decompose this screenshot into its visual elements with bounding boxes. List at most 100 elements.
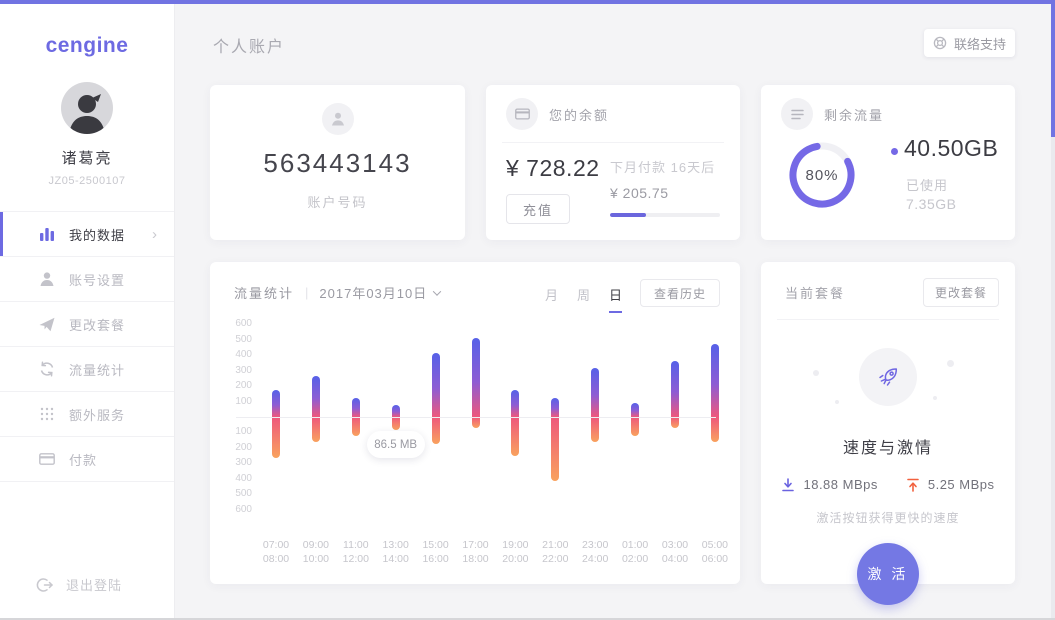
y-axis-tick-upper: 500 (218, 335, 252, 345)
scrollbar-thumb[interactable] (1051, 4, 1055, 137)
chart-bar-up[interactable] (551, 398, 559, 417)
chart-bar-down[interactable] (591, 417, 599, 442)
chart-bar-up[interactable] (312, 376, 320, 417)
purple-dot-icon (891, 148, 898, 155)
y-axis-tick-upper: 400 (218, 350, 252, 360)
chart-bar-down[interactable] (472, 417, 480, 428)
support-label: 联络支持 (954, 34, 1006, 53)
plan-title: 当前套餐 (785, 283, 845, 302)
chart-bar-down[interactable] (432, 417, 440, 444)
app-logo: cengine (0, 34, 174, 58)
logout-label: 退出登陆 (66, 575, 122, 594)
x-axis-label: 17:0018:00 (454, 538, 498, 566)
bar-chart-icon (38, 225, 56, 243)
chart-bar-down[interactable] (671, 417, 679, 428)
x-axis-label: 13:0014:00 (374, 538, 418, 566)
chart-bar-up[interactable] (472, 338, 480, 417)
chart-bar-up[interactable] (671, 361, 679, 417)
account-person-icon (322, 103, 354, 135)
balance-amount: ¥ 728.22 (506, 155, 610, 182)
sidebar-item-account-settings[interactable]: 账号设置 (0, 257, 174, 302)
chart-tooltip: 86.5 MB (367, 431, 425, 458)
sidebar-item-traffic-stats[interactable]: 流量统计 (0, 347, 174, 392)
upload-speed: 5.25 MBps (906, 477, 995, 492)
top-accent-bar (0, 0, 1055, 4)
download-icon (781, 478, 795, 492)
chart-bar-up[interactable] (711, 344, 719, 417)
activate-button[interactable]: 激 活 (857, 543, 919, 605)
next-payment-line: 下月付款 16天后 (610, 157, 720, 176)
next-payment-amount: ¥ 205.75 (610, 185, 720, 201)
sidebar: cengine 诸葛亮 JZ05-2500107 我的数据 › (0, 4, 175, 618)
remaining-data-card: 剩余流量 80% 40.50GB 已使用 7.35GB (761, 85, 1015, 240)
chart-bar-down[interactable] (511, 417, 519, 456)
plan-hint: 激活按钮获得更快的速度 (761, 509, 1015, 526)
chart-bar-down[interactable] (711, 417, 719, 442)
x-axis-label: 21:0022:00 (533, 538, 577, 566)
change-plan-button[interactable]: 更改套餐 (923, 278, 999, 307)
lifebuoy-icon (933, 36, 947, 50)
refresh-icon (38, 360, 56, 378)
grid-dots-icon (38, 405, 56, 423)
plan-name: 速度与激情 (761, 434, 1015, 458)
user-id: JZ05-2500107 (0, 175, 174, 187)
data-remaining-value: 40.50GB (904, 135, 998, 162)
list-lines-icon (781, 98, 813, 130)
payment-progress-fill (610, 213, 646, 217)
download-speed-value: 18.88 MBps (803, 477, 877, 492)
sidebar-item-extra-services[interactable]: 额外服务 (0, 392, 174, 437)
chart-bar-up[interactable] (511, 390, 519, 417)
decor-dot (813, 370, 819, 376)
logout-button[interactable]: 退出登陆 (36, 575, 122, 594)
chart-plot: 86.5 MB 60060050050040040030030020020010… (210, 262, 740, 584)
person-photo-silhouette (67, 90, 107, 134)
sidebar-item-payment[interactable]: 付款 (0, 437, 174, 482)
x-axis-label: 09:0010:00 (294, 538, 338, 566)
next-payment-due: 16天后 (671, 160, 715, 175)
y-axis-tick-upper: 200 (218, 381, 252, 391)
account-number-card: 563443143 账户号码 (210, 85, 465, 240)
chart-bar-down[interactable] (631, 417, 639, 436)
current-plan-card: 当前套餐 更改套餐 速度与激情 18.88 MBps (761, 262, 1015, 584)
chart-bar-down[interactable] (551, 417, 559, 481)
y-axis-tick-lower: 500 (218, 489, 252, 499)
y-axis-tick-lower: 600 (218, 505, 252, 515)
balance-card: 您的余额 ¥ 728.22 充值 下月付款 16天后 ¥ 205.75 (486, 85, 740, 240)
decor-dot (947, 360, 954, 367)
decor-dot (933, 396, 937, 400)
y-axis-tick-lower: 200 (218, 443, 252, 453)
data-percent: 80% (786, 139, 858, 211)
y-axis-tick-upper: 300 (218, 366, 252, 376)
chart-bar-up[interactable] (272, 390, 280, 417)
avatar[interactable] (61, 82, 113, 134)
sidebar-item-label: 流量统计 (69, 360, 125, 379)
recharge-button[interactable]: 充值 (506, 194, 570, 224)
payment-progress-bar (610, 213, 720, 217)
chart-bar-down[interactable] (312, 417, 320, 442)
y-axis-tick-upper: 100 (218, 397, 252, 407)
traffic-chart-card: 流量统计 | 2017年03月10日 月周日 查看历史 86.5 MB 6006… (210, 262, 740, 584)
chart-bar-down[interactable] (272, 417, 280, 458)
sidebar-item-change-plan[interactable]: 更改套餐 (0, 302, 174, 347)
chart-bar-up[interactable] (432, 353, 440, 417)
data-used-value: 7.35GB (906, 196, 956, 212)
balance-title: 您的余额 (549, 105, 609, 124)
x-axis-label: 07:0008:00 (254, 538, 298, 566)
scrollbar-track[interactable] (1051, 4, 1055, 618)
chart-bar-down[interactable] (352, 417, 360, 436)
chart-bar-up[interactable] (392, 405, 400, 417)
chart-bar-up[interactable] (631, 403, 639, 417)
chart-bar-up[interactable] (591, 368, 599, 417)
decor-dot (835, 400, 839, 404)
chart-bar-up[interactable] (352, 398, 360, 417)
x-axis-label: 19:0020:00 (493, 538, 537, 566)
sidebar-item-label: 更改套餐 (69, 315, 125, 334)
credit-card-icon (38, 450, 56, 468)
upload-speed-value: 5.25 MBps (928, 477, 995, 492)
sidebar-item-my-data[interactable]: 我的数据 › (0, 212, 174, 257)
support-button[interactable]: 联络支持 (924, 29, 1015, 57)
y-axis-tick-lower: 400 (218, 474, 252, 484)
plan-divider (777, 319, 999, 320)
user-icon (38, 270, 56, 288)
chart-bar-down[interactable] (392, 417, 400, 430)
